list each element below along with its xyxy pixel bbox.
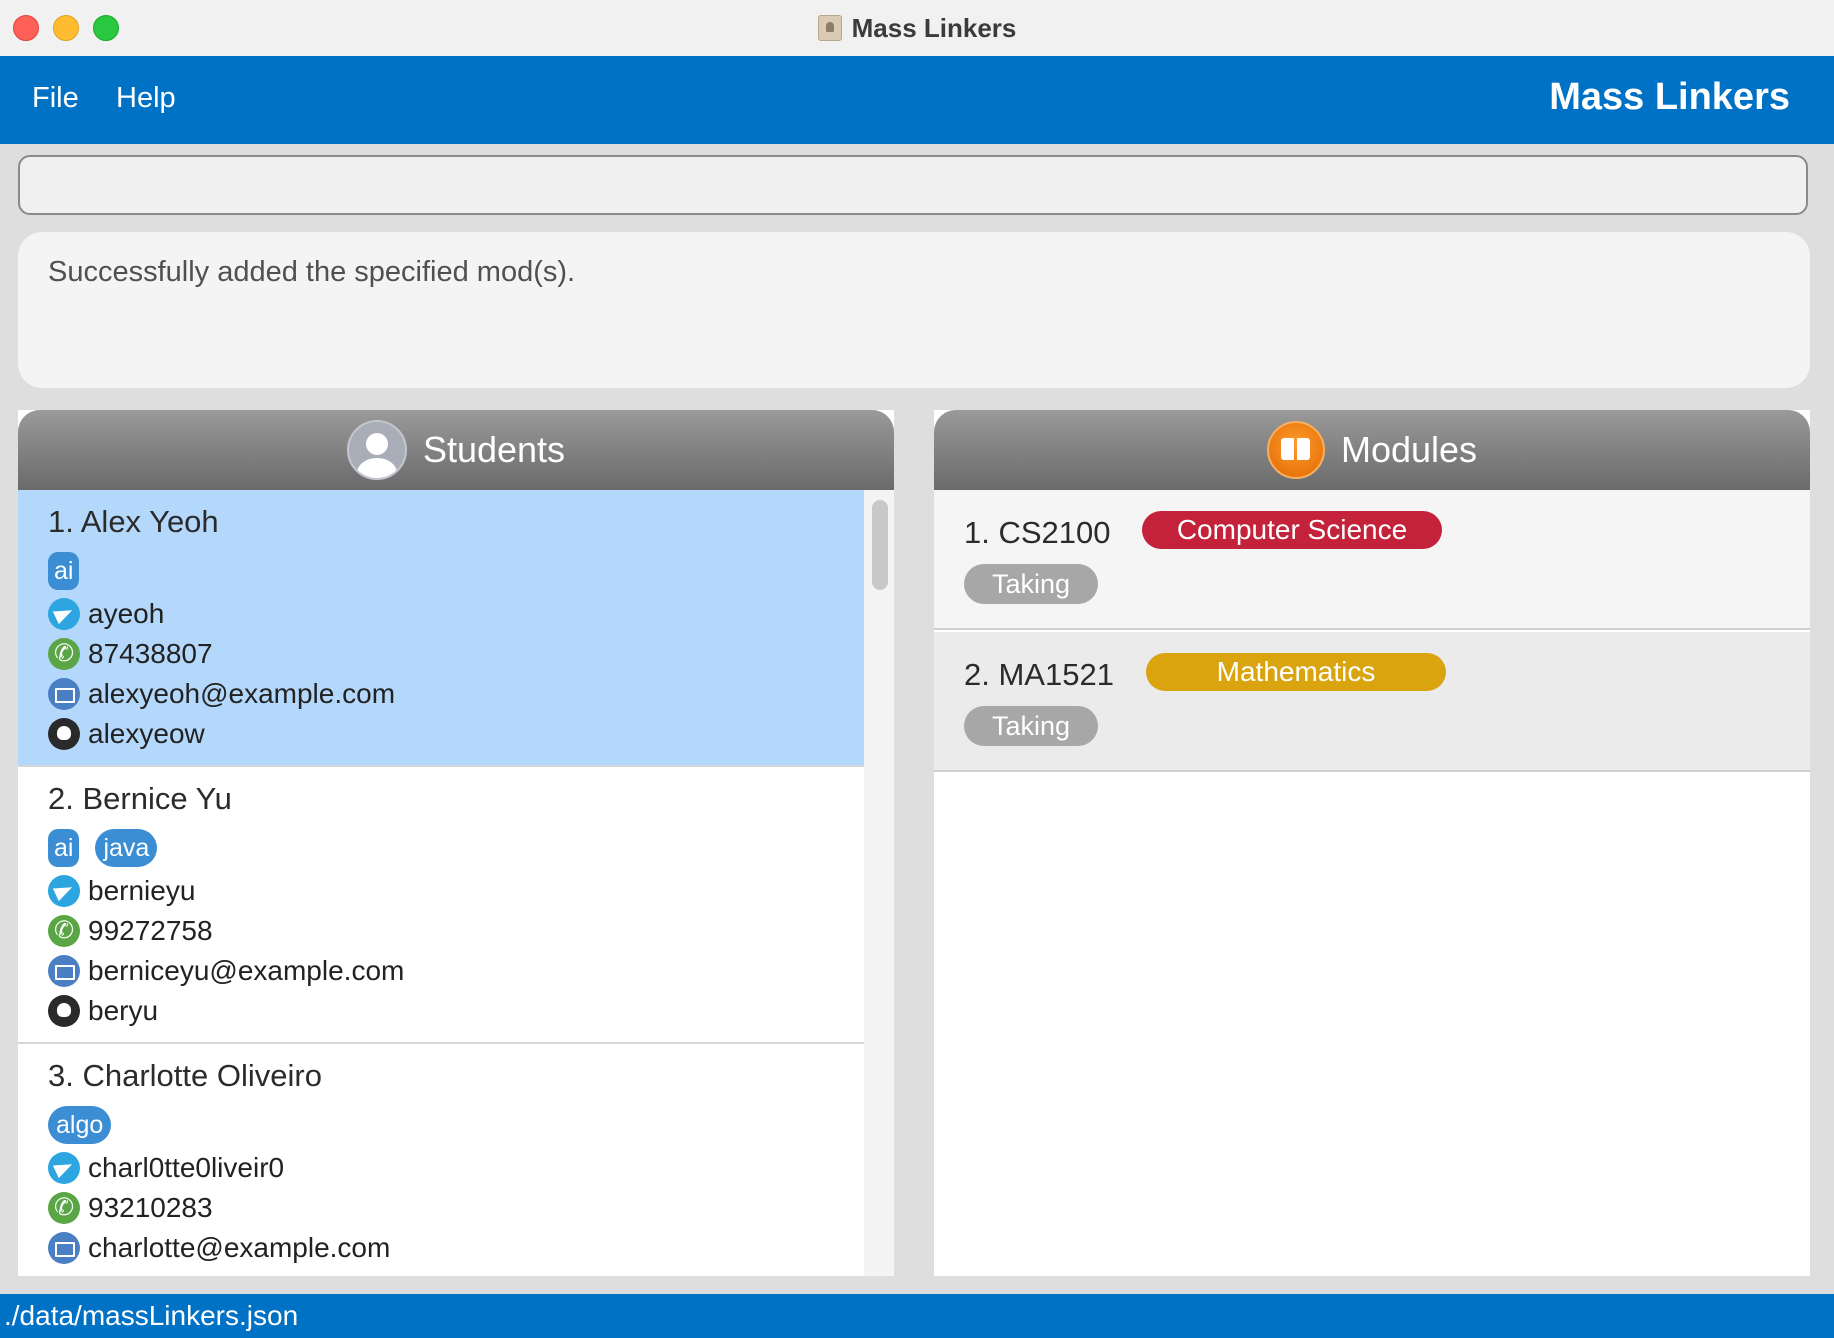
module-status-badge: Taking — [964, 564, 1099, 604]
student-card[interactable]: 2. Bernice Yu ai java bernieyu 99272758 … — [18, 767, 864, 1044]
github-username: alexyeow — [88, 718, 205, 749]
modules-panel-header: Modules — [934, 410, 1810, 490]
phone-icon — [48, 1192, 80, 1224]
student-list-scrollbar[interactable] — [864, 490, 894, 1276]
command-input[interactable] — [18, 155, 1808, 215]
module-card[interactable]: 1. CS2100 Computer Science Taking — [934, 490, 1810, 630]
email-address: alexyeoh@example.com — [88, 678, 396, 709]
student-card[interactable]: 3. Charlotte Oliveiro algo charl0tte0liv… — [18, 1044, 864, 1276]
phone-number: 99272758 — [88, 915, 213, 946]
modules-panel: Modules 1. CS2100 Computer Science Takin… — [934, 410, 1810, 1276]
module-category-tag: Mathematics — [1146, 653, 1446, 691]
phone-icon — [48, 915, 80, 947]
module-code: 2. MA1521 — [964, 657, 1114, 692]
telegram-icon — [48, 598, 80, 630]
app-icon — [817, 15, 842, 41]
result-display: Successfully added the specified mod(s). — [18, 232, 1810, 388]
module-code: 1. CS2100 — [964, 515, 1111, 550]
github-icon — [48, 718, 80, 750]
brand-title: Mass Linkers — [1549, 76, 1790, 118]
telegram-handle: ayeoh — [88, 598, 165, 629]
student-tag: ai — [48, 829, 80, 867]
phone-number: 93210283 — [88, 1192, 213, 1223]
email-icon — [48, 955, 80, 987]
student-name: 3. Charlotte Oliveiro — [48, 1058, 322, 1093]
telegram-icon — [48, 875, 80, 907]
email-address: charlotte@example.com — [88, 1232, 391, 1263]
student-list[interactable]: 1. Alex Yeoh ai ayeoh 87438807 alexyeoh@… — [18, 490, 864, 1276]
telegram-handle: bernieyu — [88, 875, 196, 906]
module-category-tag: Computer Science — [1142, 511, 1442, 549]
scrollbar-thumb[interactable] — [872, 500, 888, 590]
status-bar: ./data/massLinkers.json — [0, 1294, 1834, 1338]
result-message: Successfully added the specified mod(s). — [48, 256, 576, 288]
student-tag: ai — [48, 552, 80, 590]
student-card[interactable]: 1. Alex Yeoh ai ayeoh 87438807 alexyeoh@… — [18, 490, 864, 767]
telegram-handle: charl0tte0liveir0 — [88, 1152, 285, 1183]
phone-icon — [48, 638, 80, 670]
person-icon — [346, 420, 407, 480]
title-bar: Mass Linkers — [0, 0, 1834, 57]
phone-number: 87438807 — [88, 638, 213, 669]
student-name: 2. Bernice Yu — [48, 781, 232, 816]
student-tag: java — [95, 829, 158, 867]
module-card[interactable]: 2. MA1521 Mathematics Taking — [934, 632, 1810, 772]
book-icon — [1266, 421, 1325, 479]
email-icon — [48, 1232, 80, 1264]
menu-help[interactable]: Help — [116, 82, 176, 115]
student-tag: algo — [48, 1106, 112, 1144]
students-panel-header: Students — [18, 410, 894, 490]
email-address: berniceyu@example.com — [88, 955, 405, 986]
data-file-path: ./data/massLinkers.json — [4, 1300, 299, 1331]
student-name: 1. Alex Yeoh — [48, 504, 219, 539]
module-status-badge: Taking — [964, 706, 1099, 746]
email-icon — [48, 678, 80, 710]
modules-panel-title: Modules — [1340, 429, 1478, 470]
telegram-icon — [48, 1152, 80, 1184]
app-window: Mass Linkers File Help Mass Linkers Succ… — [0, 0, 1834, 1338]
menu-bar: File Help Mass Linkers — [0, 56, 1834, 144]
students-panel-title: Students — [422, 429, 566, 470]
github-username: beryu — [88, 995, 159, 1026]
students-panel: Students 1. Alex Yeoh ai ayeoh 87438807 … — [18, 410, 894, 1276]
main-area: Successfully added the specified mod(s).… — [0, 144, 1834, 1294]
github-icon — [48, 995, 80, 1027]
window-title: Mass Linkers — [851, 12, 1017, 43]
menu-file[interactable]: File — [32, 82, 79, 115]
